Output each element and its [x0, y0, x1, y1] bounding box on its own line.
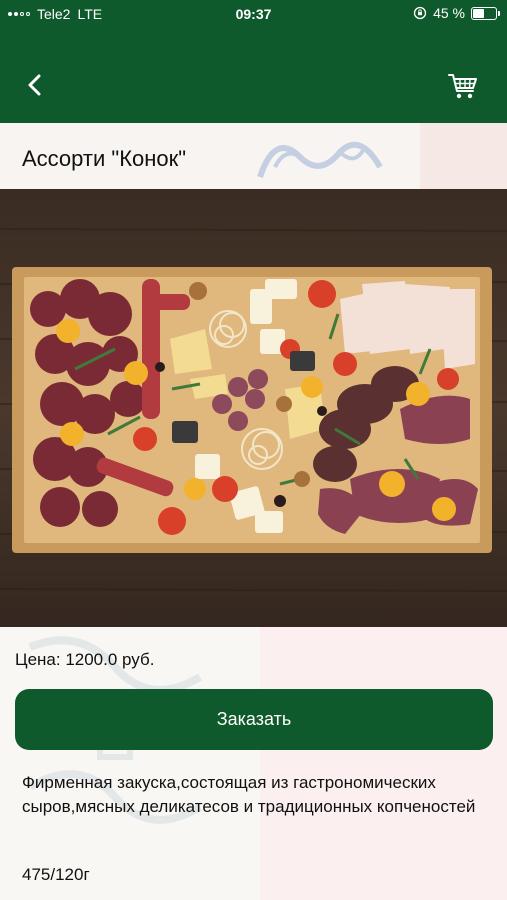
navigation-bar [0, 60, 507, 112]
status-bar: Tele2 LTE 09:37 45 % [0, 0, 507, 28]
pattern-tint [420, 123, 507, 189]
chevron-left-icon [28, 74, 41, 96]
battery-fill [473, 8, 484, 18]
food-photo [0, 189, 507, 627]
product-weight: 475/120г [22, 865, 90, 884]
product-price: Цена: 1200.0 руб. [15, 650, 155, 669]
battery-percent: 45 % [433, 5, 465, 21]
back-button[interactable] [18, 68, 52, 102]
product-description: Фирменная закуска,состоящая из гастроном… [22, 773, 476, 816]
pattern-tint-pink [260, 627, 507, 900]
rotation-lock-icon [413, 6, 427, 20]
status-right: 45 % [413, 5, 500, 21]
ornament-decoration [257, 141, 383, 178]
product-title: Ассорти "Конок" [22, 146, 187, 171]
cart-button[interactable] [447, 70, 479, 102]
battery-icon [471, 6, 500, 20]
order-button[interactable]: Заказать [15, 689, 493, 750]
shopping-cart-icon [448, 74, 477, 99]
